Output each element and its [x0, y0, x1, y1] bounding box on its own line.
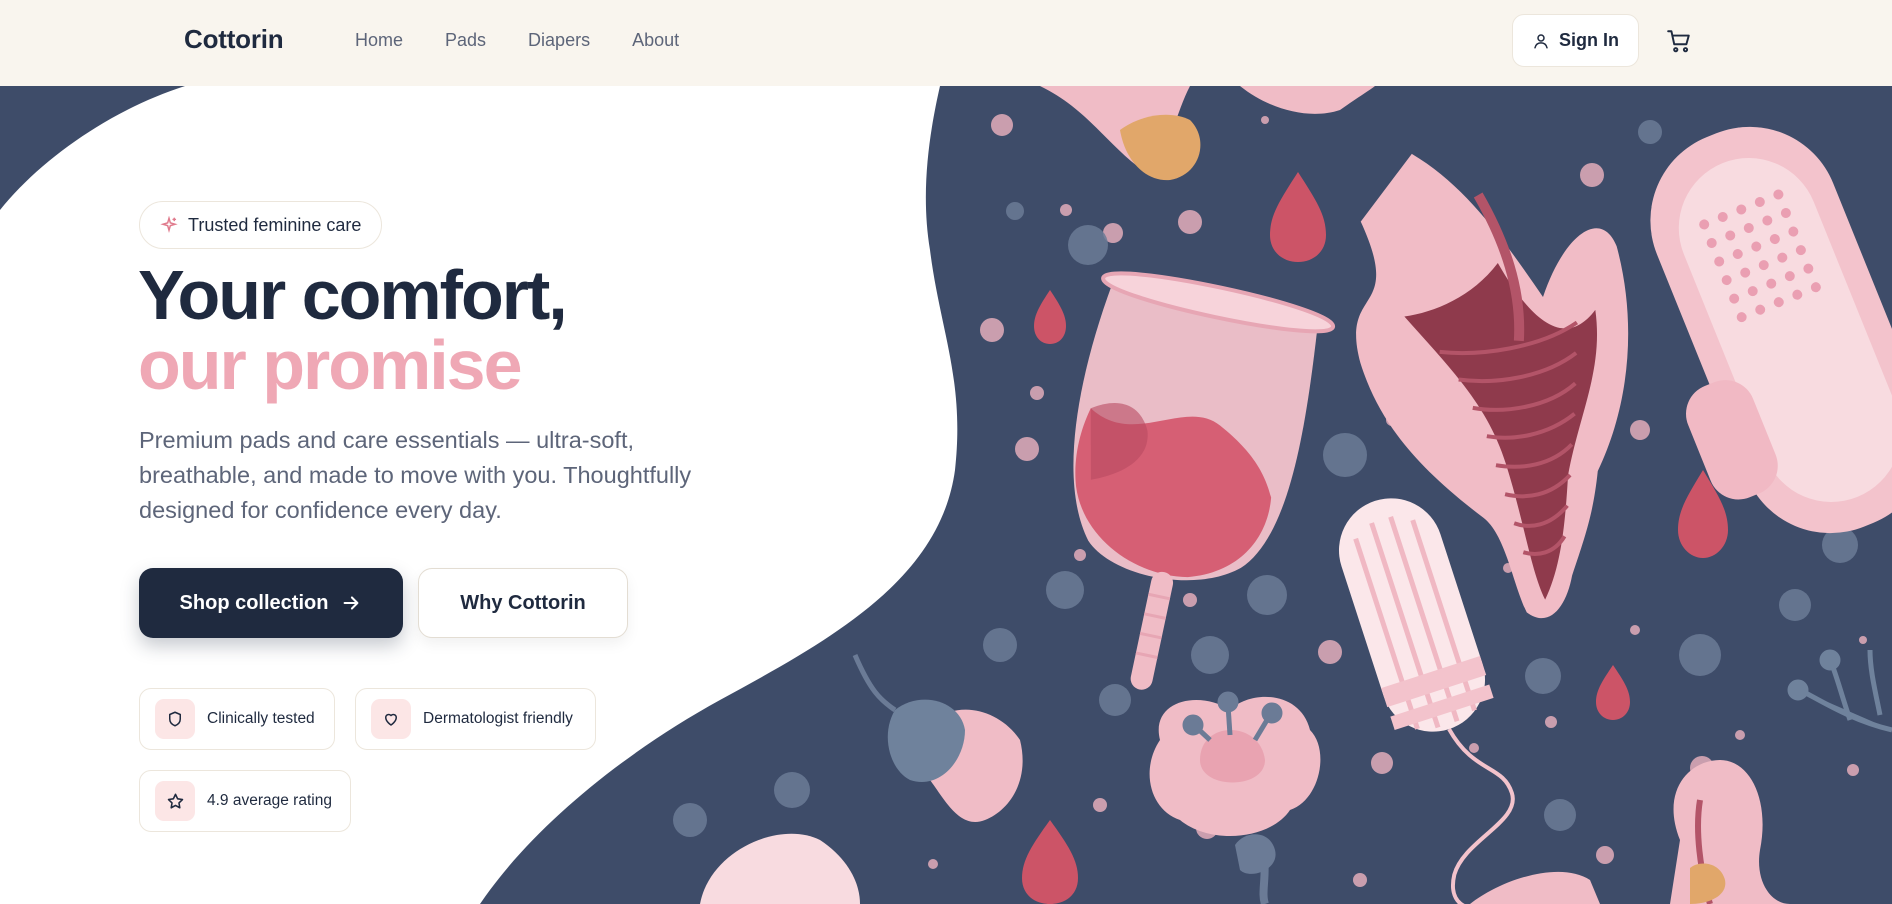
hero-title-line2: our promise	[138, 326, 523, 404]
main-nav: Home Pads Diapers About	[355, 30, 721, 51]
heart-icon	[385, 713, 397, 726]
sign-in-label: Sign In	[1559, 30, 1619, 50]
site-header: Cottorin Home Pads Diapers About Sign In	[0, 0, 1892, 86]
star-icon	[167, 793, 183, 809]
cart-button[interactable]	[1664, 26, 1694, 56]
shield-icon	[169, 711, 181, 727]
hero-title-line1: Your comfort,	[138, 256, 568, 334]
feature-label: Clinically tested	[207, 710, 315, 727]
feature-label: 4.9 average rating	[207, 792, 332, 809]
nav-item-diapers[interactable]: Diapers	[528, 30, 590, 51]
sparkle-icon	[160, 216, 178, 233]
feature-chip-rating: 4.9 average rating	[139, 770, 351, 832]
nav-item-home[interactable]: Home	[355, 30, 403, 51]
feature-label: Dermatologist friendly	[423, 710, 573, 727]
trusted-badge: Trusted feminine care	[139, 201, 383, 249]
sign-in-button[interactable]: Sign In	[1512, 14, 1639, 67]
brand-logo[interactable]: Cottorin	[184, 24, 284, 55]
cart-icon	[1667, 30, 1690, 53]
feature-chip-clinically-tested: Clinically tested	[139, 688, 335, 750]
user-icon	[1534, 33, 1548, 48]
hero-description: Premium pads and care essentials — ultra…	[139, 427, 692, 523]
corner-wave	[0, 86, 185, 210]
feature-icon-wrap	[155, 699, 195, 739]
why-cottorin-label: Why Cottorin	[460, 591, 586, 614]
badge-label: Trusted feminine care	[188, 214, 362, 235]
feature-icon-wrap	[371, 699, 411, 739]
arrow-right-icon	[344, 596, 359, 610]
nav-item-about[interactable]: About	[632, 30, 679, 51]
nav-item-pads[interactable]: Pads	[445, 30, 486, 51]
why-cottorin-button[interactable]: Why Cottorin	[418, 568, 628, 638]
feature-chip-dermatologist: Dermatologist friendly	[355, 688, 596, 750]
shop-collection-button[interactable]: Shop collection	[139, 568, 403, 638]
shop-collection-label: Shop collection	[179, 591, 329, 614]
feature-icon-wrap	[155, 781, 195, 821]
